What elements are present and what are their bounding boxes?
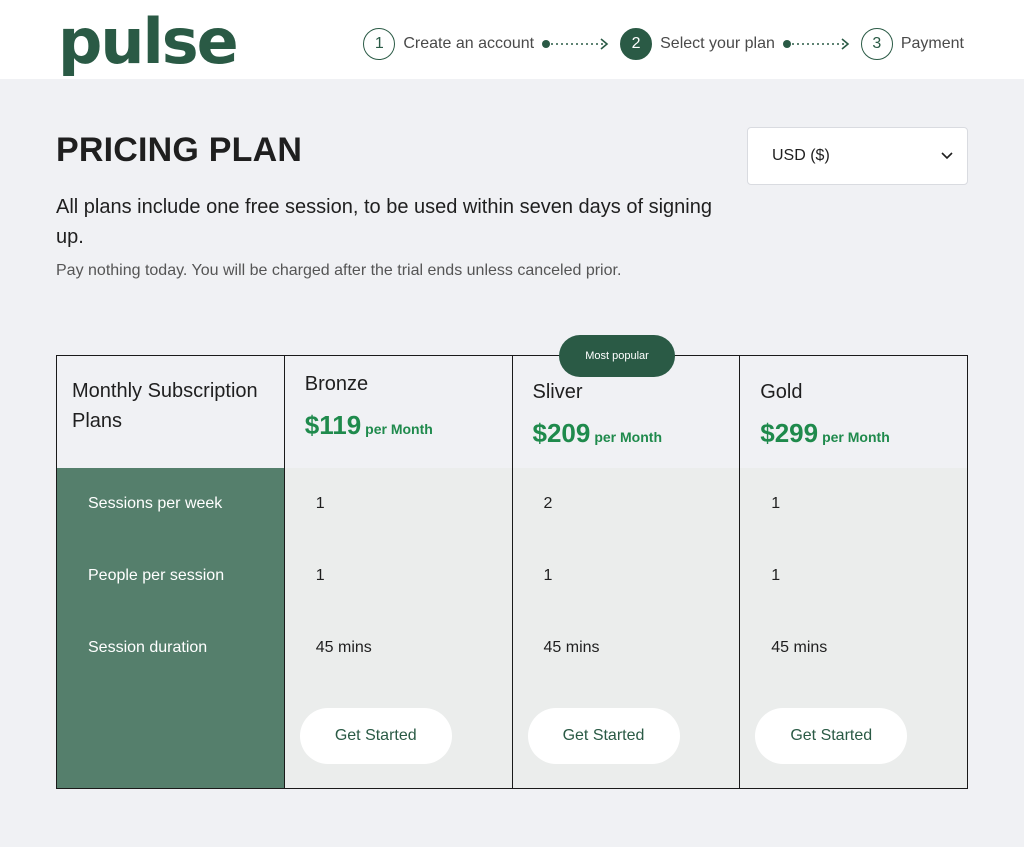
features-column: Monthly Subscription Plans Sessions per …: [57, 356, 285, 788]
page-lead-text: All plans include one free session, to b…: [56, 196, 712, 248]
get-started-button-bronze[interactable]: Get Started: [299, 708, 452, 764]
price-amount: $299: [760, 418, 819, 448]
price-amount: $209: [532, 418, 591, 448]
progress-steps: 1 Create an account 2 Select your plan 3…: [363, 28, 964, 60]
price-unit: per Month: [822, 429, 890, 445]
step-label: Select your plan: [660, 35, 775, 52]
value-session-duration: 45 mins: [771, 639, 828, 656]
row-label-session-duration: Session duration: [88, 639, 208, 656]
value-sessions-per-week: 1: [315, 495, 325, 512]
table-header-cell: Monthly Subscription Plans: [57, 356, 284, 468]
plan-column-bronze: Bronze $119 per Month 1 1 45 mins Get Sta…: [284, 356, 513, 788]
row-label-people-per-session: People per session: [88, 567, 225, 584]
get-started-button-gold[interactable]: Get Started: [755, 708, 908, 764]
value-session-duration: 45 mins: [315, 639, 372, 656]
plan-name: Gold: [760, 381, 803, 403]
step-label: Create an account: [403, 35, 535, 52]
price-unit: per Month: [594, 429, 662, 445]
plan-price: $119 per Month: [305, 410, 433, 441]
step-connector-arrow-icon: [542, 36, 612, 52]
plan-price: $209 per Month: [533, 418, 663, 449]
step-payment[interactable]: 3 Payment: [860, 28, 964, 60]
row-label-sessions-per-week: Sessions per week: [88, 495, 223, 512]
plan-name: Sliver: [532, 381, 583, 403]
plan-column-gold: Gold $299 per Month 1 1 45 mins Get Start…: [740, 356, 967, 788]
page-sub-text: Pay nothing today. You will be charged a…: [56, 262, 622, 279]
step-label: Payment: [900, 35, 964, 52]
get-started-button-sliver[interactable]: Get Started: [527, 708, 680, 764]
step-select-plan[interactable]: 2 Select your plan: [620, 28, 775, 60]
currency-select[interactable]: USD ($): [747, 127, 968, 185]
plan-header: Bronze $119 per Month: [284, 356, 512, 468]
price-unit: per Month: [365, 421, 433, 437]
chevron-down-icon: [941, 147, 953, 165]
page-title: PRICING PLAN: [56, 131, 303, 169]
value-people-per-session: 1: [315, 567, 325, 584]
step-connector-arrow-icon: [782, 36, 853, 52]
value-session-duration: 45 mins: [543, 639, 600, 656]
top-header: pulse 1 Create an account 2 Select your …: [0, 0, 1024, 79]
value-sessions-per-week: 2: [543, 495, 553, 512]
currency-selected-value: USD ($): [772, 147, 830, 164]
step-number: 1: [363, 28, 396, 60]
step-number: 2: [620, 28, 653, 60]
plan-header: Gold $299 per Month: [740, 356, 967, 468]
value-people-per-session: 1: [771, 567, 781, 584]
pricing-table: Monthly Subscription Plans Sessions per …: [56, 355, 968, 789]
plan-column-sliver: Sliver $209 per Month 2 1 45 mins Get Sta…: [512, 356, 741, 788]
price-amount: $119: [304, 410, 362, 440]
plan-price: $299 per Month: [760, 418, 890, 449]
table-header-label: Monthly Subscription Plans: [72, 380, 258, 432]
step-number: 3: [860, 28, 893, 60]
pulse-logo[interactable]: pulse: [58, 2, 239, 82]
plan-name: Bronze: [304, 373, 369, 395]
value-sessions-per-week: 1: [771, 495, 781, 512]
most-popular-badge: Most popular: [559, 335, 675, 377]
value-people-per-session: 1: [543, 567, 553, 584]
step-create-account[interactable]: 1 Create an account: [363, 28, 534, 60]
